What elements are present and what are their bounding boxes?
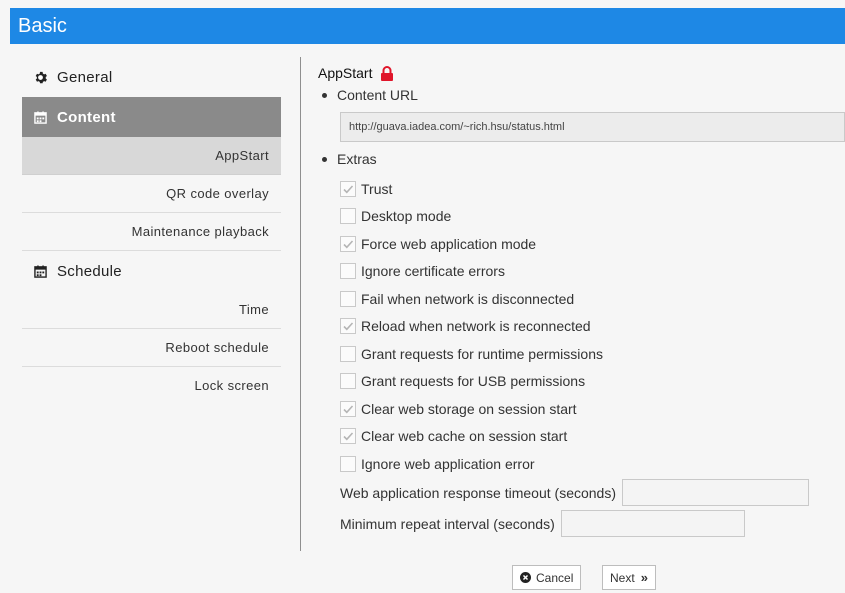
extras-option[interactable]: Grant requests for runtime permissions: [340, 344, 603, 364]
extras-option-label: Ignore certificate errors: [361, 263, 505, 279]
cancel-button[interactable]: Cancel: [512, 565, 582, 590]
content-url-input[interactable]: [340, 112, 845, 142]
sidebar-section-label: General: [57, 68, 113, 86]
extras-option-label: Grant requests for USB permissions: [361, 373, 586, 389]
checkbox-unchecked[interactable]: [340, 263, 356, 279]
extras-option-label: Clear web cache on session start: [361, 428, 568, 444]
sidebar-section-label: Content: [57, 108, 116, 126]
check-icon: [343, 185, 354, 194]
sidebar: General Content AppStart QR code overlay…: [22, 57, 281, 404]
content-url-row: Content URL: [322, 87, 418, 103]
page-title: AppStart: [318, 65, 373, 81]
sidebar-section-label: Schedule: [57, 262, 122, 280]
calendar-icon: [31, 110, 49, 124]
extras-option-label: Desktop mode: [361, 208, 452, 224]
timeout-row: Web application response timeout (second…: [340, 479, 810, 506]
extras-label: Extras: [337, 151, 377, 167]
extras-option-label: Trust: [361, 181, 393, 197]
extras-option[interactable]: Fail when network is disconnected: [340, 289, 574, 309]
extras-option[interactable]: Clear web cache on session start: [340, 426, 567, 446]
section-heading: AppStart: [318, 62, 845, 84]
gear-icon: [31, 71, 49, 84]
panel-divider: [300, 57, 301, 551]
title-bar: Basic: [10, 8, 845, 44]
next-button[interactable]: Next »: [602, 565, 656, 590]
calendar-icon: [31, 264, 49, 278]
checkbox-unchecked[interactable]: [340, 456, 356, 472]
checkbox-checked[interactable]: [340, 401, 356, 417]
extras-option[interactable]: Ignore web application error: [340, 454, 535, 474]
check-icon: [343, 240, 354, 249]
sidebar-section-schedule[interactable]: Schedule: [22, 251, 281, 291]
extras-option-label: Reload when network is reconnected: [361, 318, 591, 334]
extras-option-label: Force web application mode: [361, 236, 537, 252]
extras-option[interactable]: Ignore certificate errors: [340, 261, 505, 281]
checkbox-checked[interactable]: [340, 318, 356, 334]
extras-row: Extras: [322, 151, 377, 167]
repeat-interval-label: Minimum repeat interval (seconds): [340, 515, 555, 532]
extras-option-label: Ignore web application error: [361, 456, 535, 472]
window-title: Basic: [18, 15, 67, 37]
double-chevron-right-icon: »: [640, 570, 648, 585]
sidebar-item-appstart[interactable]: AppStart: [22, 137, 281, 175]
lock-icon: [380, 65, 394, 81]
checkbox-checked[interactable]: [340, 236, 356, 252]
check-icon: [343, 405, 354, 414]
extras-option-label: Fail when network is disconnected: [361, 291, 575, 307]
extras-option[interactable]: Reload when network is reconnected: [340, 316, 591, 336]
extras-option-label: Grant requests for runtime permissions: [361, 346, 603, 362]
sidebar-item-lock-screen[interactable]: Lock screen: [22, 367, 281, 404]
check-icon: [343, 322, 354, 331]
next-label: Next: [610, 570, 635, 585]
bullet: [322, 156, 327, 162]
checkbox-unchecked[interactable]: [340, 208, 356, 224]
checkbox-unchecked[interactable]: [340, 291, 356, 307]
extras-option[interactable]: Trust: [340, 179, 392, 199]
extras-option[interactable]: Force web application mode: [340, 234, 536, 254]
sidebar-item-qr-code-overlay[interactable]: QR code overlay: [22, 175, 281, 213]
timeout-input[interactable]: [622, 479, 810, 506]
check-icon: [343, 432, 354, 441]
timeout-label: Web application response timeout (second…: [340, 484, 617, 501]
repeat-interval-input[interactable]: [560, 510, 745, 537]
cancel-icon: [520, 572, 531, 583]
checkbox-checked[interactable]: [340, 428, 356, 444]
checkbox-checked[interactable]: [340, 181, 356, 197]
checkbox-unchecked[interactable]: [340, 346, 356, 362]
extras-option[interactable]: Grant requests for USB permissions: [340, 371, 585, 391]
sidebar-section-content[interactable]: Content: [22, 97, 281, 137]
settings-panel: AppStart Content URL Extras Trust Desktop…: [318, 62, 845, 537]
bullet: [322, 92, 327, 98]
checkbox-unchecked[interactable]: [340, 373, 356, 389]
content-url-label: Content URL: [337, 87, 418, 103]
extras-option[interactable]: Desktop mode: [340, 206, 451, 226]
sidebar-item-time[interactable]: Time: [22, 291, 281, 329]
sidebar-item-reboot-schedule[interactable]: Reboot schedule: [22, 329, 281, 367]
cancel-label: Cancel: [536, 570, 574, 585]
repeat-interval-row: Minimum repeat interval (seconds): [340, 510, 745, 537]
extras-option[interactable]: Clear web storage on session start: [340, 399, 577, 419]
sidebar-item-maintenance-playback[interactable]: Maintenance playback: [22, 213, 281, 251]
extras-option-label: Clear web storage on session start: [361, 401, 577, 417]
sidebar-section-general[interactable]: General: [22, 57, 281, 97]
